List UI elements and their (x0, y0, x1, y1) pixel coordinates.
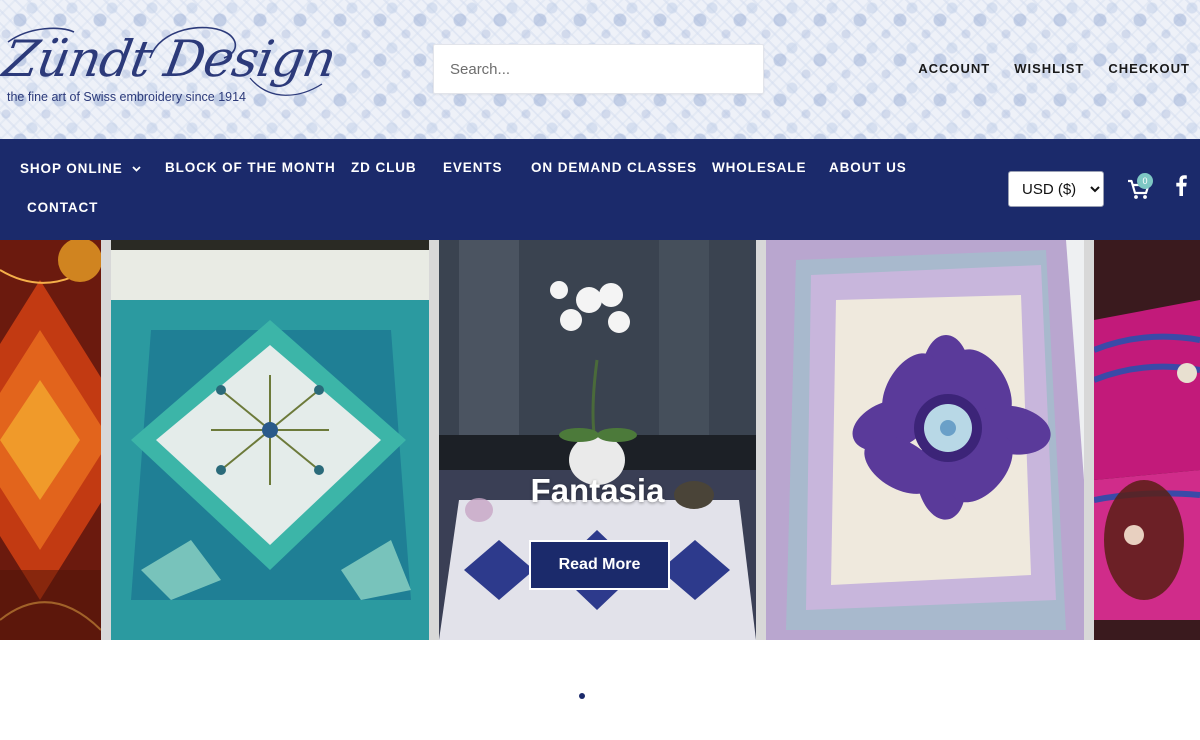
account-links: ACCOUNT WISHLIST CHECKOUT (918, 61, 1190, 76)
logo-wordmark: Zündt Design (0, 30, 340, 88)
nav-item-on-demand-classes[interactable]: ON DEMAND CLASSES (531, 148, 697, 188)
logo-tagline: the fine art of Swiss embroidery since 1… (7, 90, 247, 104)
wishlist-link[interactable]: WISHLIST (1014, 61, 1084, 76)
carousel-dot-active[interactable] (579, 693, 585, 699)
checkout-link[interactable]: CHECKOUT (1108, 61, 1190, 76)
site-header: Zündt Design the fine art of Swiss embro… (0, 0, 1200, 139)
nav-item-events[interactable]: EVENTS (443, 148, 502, 188)
cart-count-badge: 0 (1137, 173, 1153, 189)
nav-item-block-of-the-month[interactable]: BLOCK OF THE MONTH (165, 148, 336, 188)
carousel-pagination (0, 686, 1200, 699)
currency-select[interactable]: USD ($) (1008, 171, 1104, 207)
nav-item-about-us[interactable]: ABOUT US (829, 148, 907, 188)
main-navigation: SHOP ONLINE BLOCK OF THE MONTH ZD CLUB E… (0, 139, 1200, 240)
nav-item-shop-online[interactable]: SHOP ONLINE (20, 148, 141, 188)
facebook-icon[interactable] (1172, 174, 1190, 196)
hero-carousel[interactable]: Fantasia Read More (0, 240, 1200, 640)
read-more-button[interactable]: Read More (529, 540, 670, 590)
nav-item-label: SHOP ONLINE (20, 161, 123, 176)
carousel-slide-image[interactable] (766, 240, 1084, 640)
search-field[interactable] (433, 44, 764, 94)
search-input[interactable] (434, 45, 763, 93)
account-link[interactable]: ACCOUNT (918, 61, 990, 76)
carousel-slide-image[interactable] (1094, 240, 1200, 640)
carousel-slide-image[interactable] (111, 240, 429, 640)
chevron-down-icon (132, 148, 141, 188)
brand-logo[interactable]: Zündt Design the fine art of Swiss embro… (0, 18, 340, 113)
nav-item-wholesale[interactable]: WHOLESALE (712, 148, 806, 188)
carousel-slide-image[interactable] (0, 240, 101, 640)
nav-item-contact[interactable]: CONTACT (27, 188, 98, 228)
slide-title: Fantasia (530, 472, 665, 509)
carousel-slide-active[interactable]: Fantasia Read More (439, 240, 756, 640)
nav-item-zd-club[interactable]: ZD CLUB (351, 148, 417, 188)
